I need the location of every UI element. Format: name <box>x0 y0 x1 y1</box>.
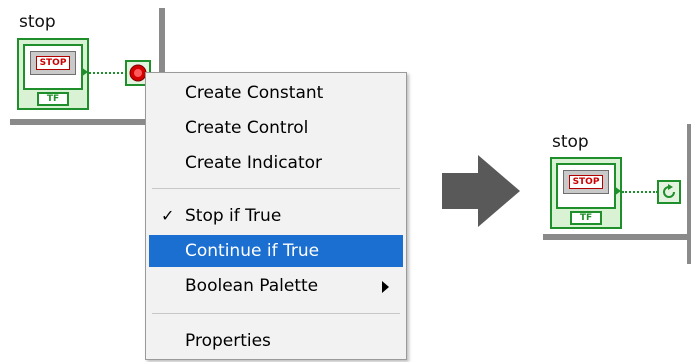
terminal-label: stop <box>552 132 589 152</box>
submenu-arrow-icon <box>382 281 389 293</box>
menu-item-label: Create Indicator <box>185 153 323 173</box>
while-loop-bottom-edge <box>10 119 165 125</box>
menu-separator <box>152 313 400 314</box>
menu-item-label: Create Constant <box>185 83 324 103</box>
stop-boolean-terminal[interactable]: STOP TF <box>550 157 622 229</box>
menu-item-continue-if-true[interactable]: Continue if True <box>149 235 403 267</box>
tf-type-badge: TF <box>37 92 69 106</box>
tf-type-badge: TF <box>570 211 602 225</box>
menu-item-label: Properties <box>185 331 271 351</box>
menu-item-label: Create Control <box>185 118 309 138</box>
stop-boolean-terminal[interactable]: STOP TF <box>17 38 89 110</box>
menu-item-label: Boolean Palette <box>185 276 319 296</box>
menu-item-create-control[interactable]: Create Control <box>149 112 403 144</box>
menu-item-stop-if-true[interactable]: ✓ Stop if True <box>149 200 403 232</box>
stop-button-text: STOP <box>568 175 604 189</box>
right-arrow-icon <box>442 155 520 227</box>
menu-item-label: Continue if True <box>185 241 320 261</box>
boolean-wire[interactable] <box>89 72 127 74</box>
while-loop-right-edge <box>687 124 691 264</box>
context-menu: Create Constant Create Control Create In… <box>145 72 407 360</box>
stop-button-glyph: STOP <box>30 51 76 75</box>
menu-item-create-constant[interactable]: Create Constant <box>149 77 403 109</box>
output-terminal-icon <box>614 186 621 196</box>
menu-item-properties[interactable]: Properties <box>149 325 403 357</box>
boolean-wire[interactable] <box>622 191 658 193</box>
menu-item-boolean-palette[interactable]: Boolean Palette <box>149 270 403 302</box>
stop-button-text: STOP <box>35 56 71 70</box>
continue-if-true-terminal[interactable] <box>657 180 681 204</box>
stop-button-glyph: STOP <box>563 170 609 194</box>
output-terminal-icon <box>81 67 88 77</box>
menu-item-label: Stop if True <box>185 206 282 226</box>
terminal-label: stop <box>19 12 56 32</box>
loop-continue-icon <box>663 184 675 198</box>
menu-separator <box>152 188 400 189</box>
after-diagram: stop STOP TF <box>530 100 691 264</box>
checkmark-icon: ✓ <box>161 206 175 225</box>
menu-item-create-indicator[interactable]: Create Indicator <box>149 147 403 179</box>
while-loop-bottom-edge <box>543 234 691 240</box>
